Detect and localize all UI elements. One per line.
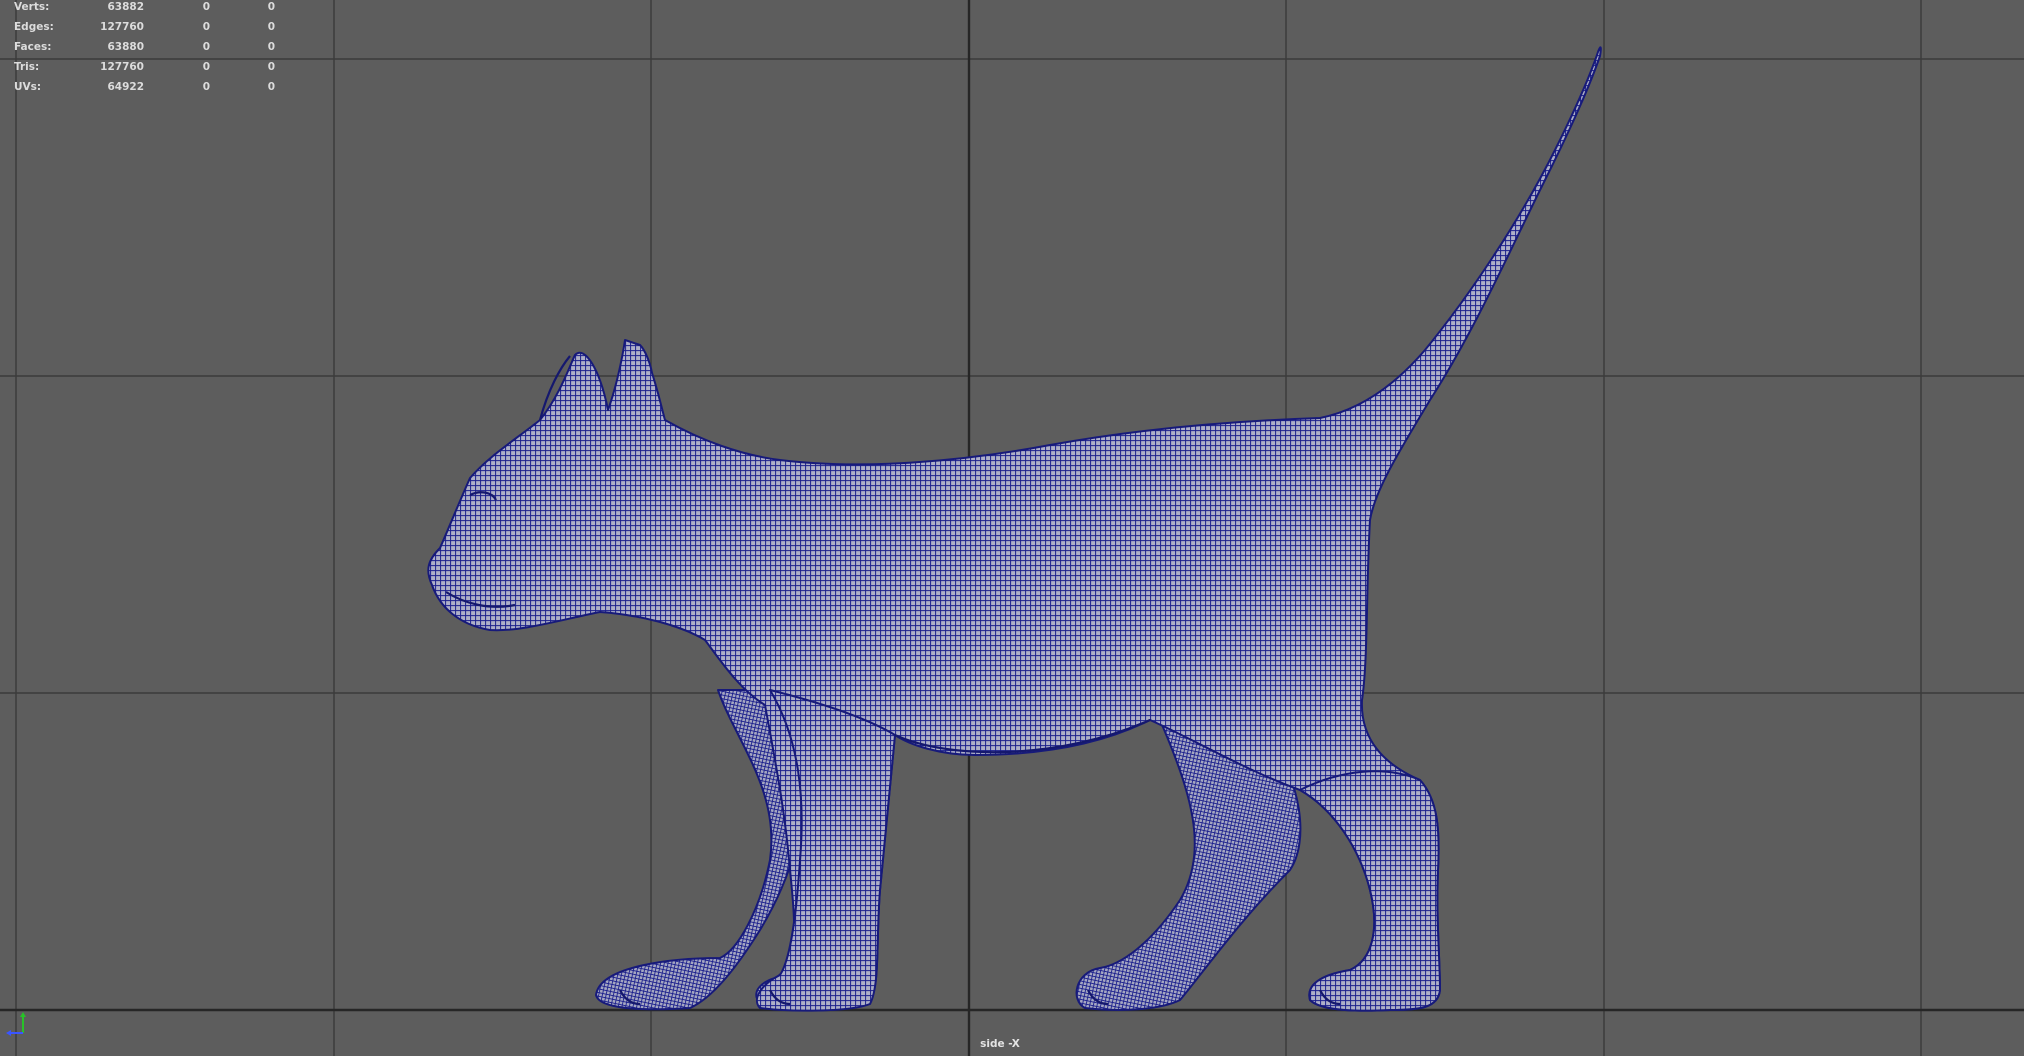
hud-value: 63882 (107, 1, 144, 13)
z-axis-arrow-icon (6, 1030, 11, 1036)
hud-label: Edges: (14, 21, 54, 33)
hud-value: 64922 (107, 81, 144, 93)
hud-label: Faces: (14, 41, 52, 53)
hud-value: 0 (267, 61, 275, 73)
hud-row-verts: Verts: 63882 0 0 (14, 1, 275, 21)
viewport-panel[interactable]: Verts: 63882 0 0 Edges: 127760 0 0 Faces: 63880… (0, 0, 2024, 1056)
hud-value: 63880 (107, 41, 144, 53)
hud-value: 0 (267, 41, 275, 53)
hud-value: 127760 (100, 21, 144, 33)
hud-row-uvs: UVs: 64922 0 0 (14, 81, 275, 101)
cat-near-hind-leg (1299, 770, 1441, 1012)
hud-label: UVs: (14, 81, 42, 93)
hud-value: 0 (202, 41, 210, 53)
hud-row-faces: Faces: 63880 0 0 (14, 41, 275, 61)
y-axis-arrow-icon (20, 1012, 26, 1017)
cat-mesh[interactable] (0, 0, 2024, 1056)
hud-value: 0 (267, 21, 275, 33)
camera-label: side -X (980, 1038, 1020, 1050)
hud-value: 0 (202, 21, 210, 33)
hud-label: Tris: (14, 61, 40, 73)
poly-count-hud: Verts: 63882 0 0 Edges: 127760 0 0 Faces: 63880… (14, 1, 275, 101)
hud-value: 127760 (100, 61, 144, 73)
hud-row-edges: Edges: 127760 0 0 (14, 21, 275, 41)
hud-row-tris: Tris: 127760 0 0 (14, 61, 275, 81)
hud-value: 0 (202, 1, 210, 13)
hud-value: 0 (267, 81, 275, 93)
hud-value: 0 (202, 81, 210, 93)
hud-label: Verts: (14, 1, 50, 13)
hud-value: 0 (202, 61, 210, 73)
hud-value: 0 (267, 1, 275, 13)
cat-paw-toes (619, 989, 1341, 1006)
axis-gizmo-icon (6, 1012, 26, 1036)
